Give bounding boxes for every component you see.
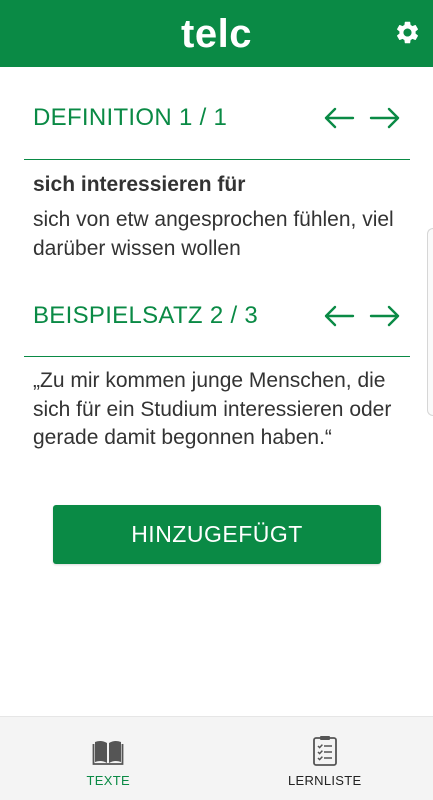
gear-icon <box>396 21 418 43</box>
definition-divider <box>24 159 410 160</box>
edge-scroll-handle[interactable] <box>427 228 433 416</box>
definition-header: DEFINITION 1 / 1 <box>33 104 401 132</box>
example-header: BEISPIELSATZ 2 / 3 <box>33 302 401 330</box>
example-next-button[interactable] <box>369 304 401 328</box>
example-navigation <box>323 304 401 328</box>
definition-next-button[interactable] <box>369 106 401 130</box>
app-title: telc <box>181 11 252 56</box>
app-header: telc <box>0 0 433 67</box>
added-to-list-button[interactable]: HINZUGEFÜGT <box>53 505 381 564</box>
example-divider <box>24 356 410 357</box>
nav-label-lernliste: LERNLISTE <box>287 772 362 788</box>
definition-prev-button[interactable] <box>323 106 355 130</box>
nav-label-texte: TEXTE <box>86 772 130 788</box>
arrow-left-icon <box>324 305 355 327</box>
definition-navigation <box>323 106 401 130</box>
example-prev-button[interactable] <box>323 304 355 328</box>
nav-item-lernliste[interactable]: LERNLISTE <box>217 717 433 800</box>
arrow-left-icon <box>324 107 355 129</box>
arrow-right-icon <box>369 107 400 129</box>
app-screen: telc DEFINITION 1 / 1 sich interessieren… <box>0 0 433 800</box>
book-icon <box>91 735 125 767</box>
example-counter: BEISPIELSATZ 2 / 3 <box>33 302 259 329</box>
settings-button[interactable] <box>393 18 421 46</box>
arrow-right-icon <box>369 305 400 327</box>
example-sentence: „Zu mir kommen junge Menschen, die sich … <box>33 369 392 449</box>
definition-counter: DEFINITION 1 / 1 <box>33 104 228 131</box>
bottom-navigation: TEXTE LERNLISTE <box>0 716 433 800</box>
nav-item-texte[interactable]: TEXTE <box>0 717 217 800</box>
definition-text: sich von etw angesprochen fühlen, viel d… <box>33 208 394 260</box>
checklist-icon <box>308 735 342 767</box>
vocabulary-term: sich interessieren für <box>33 173 246 196</box>
